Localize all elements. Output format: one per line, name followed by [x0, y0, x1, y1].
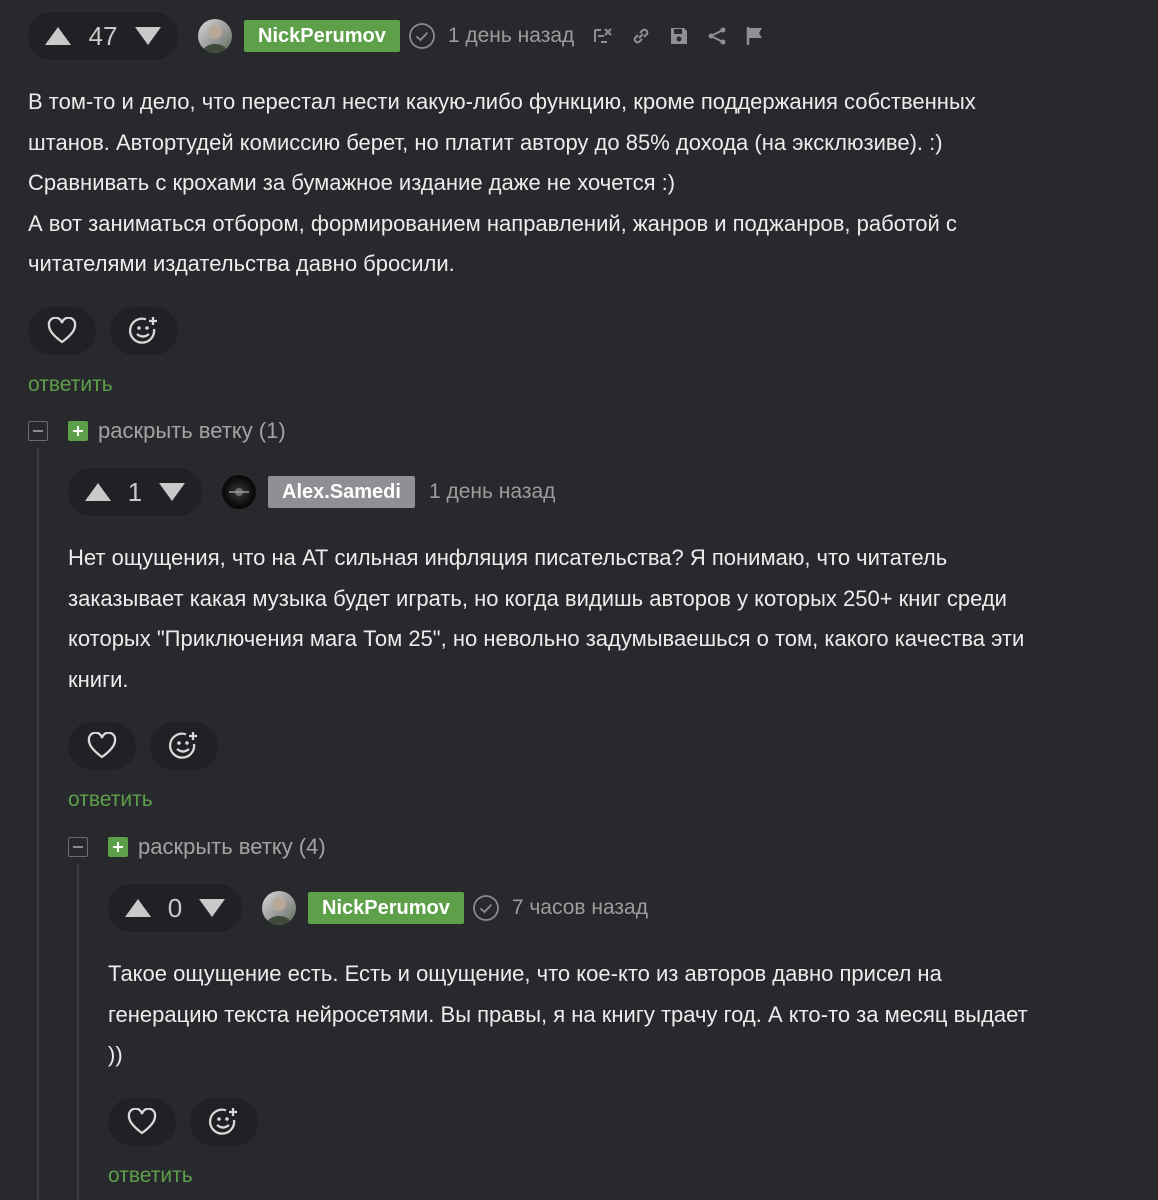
downvote-arrow-icon[interactable]	[198, 897, 226, 919]
comment-score: 47	[88, 20, 118, 51]
collapse-thread-button[interactable]	[68, 837, 88, 857]
heart-icon	[127, 1107, 157, 1134]
avatar-photo-icon	[202, 25, 228, 53]
verified-icon	[408, 23, 435, 49]
comment-line: читателями издательства давно бросили.	[28, 251, 455, 276]
avatar-photo-icon	[229, 488, 249, 496]
upvote-arrow-icon[interactable]	[44, 25, 72, 47]
like-button[interactable]	[28, 306, 96, 355]
comment-header: 47 NickPerumov 1 день назад	[28, 12, 1138, 60]
emoji-add-icon	[208, 1107, 237, 1135]
reply-link[interactable]: ответить	[28, 373, 113, 397]
comment-time: 1 день назад	[428, 480, 556, 503]
add-reaction-button[interactable]	[150, 722, 218, 770]
comment-header: 1 Alex.Samedi 1 день назад	[68, 468, 1138, 516]
downvote-arrow-icon[interactable]	[158, 481, 186, 503]
emoji-add-icon	[128, 316, 157, 344]
branch-toggle: раскрыть ветку (4)	[68, 834, 326, 860]
reactions	[68, 722, 1138, 770]
reactions	[108, 1097, 1138, 1146]
comment-line: Сравнивать с крохами за бумажное издание…	[28, 170, 676, 195]
avatar[interactable]	[222, 475, 256, 509]
comment: 47 NickPerumov 1 день назад В том-то и д…	[28, 12, 1138, 397]
reply-link[interactable]: ответить	[108, 1164, 193, 1188]
verified-icon	[472, 895, 499, 921]
comment-line: ))	[108, 1042, 123, 1067]
like-button[interactable]	[108, 1097, 176, 1146]
comment-header: 0 NickPerumov 7 часов назад	[108, 884, 1138, 932]
heart-icon	[87, 732, 117, 759]
vote-control: 47	[28, 12, 178, 60]
comment-line: Такое ощущение есть. Есть и ощущение, чт…	[108, 961, 942, 986]
upvote-arrow-icon[interactable]	[124, 897, 152, 919]
comment-time: 1 день назад	[447, 24, 575, 47]
comment-text: В том-то и дело, что перестал нести каку…	[28, 82, 1138, 285]
add-reaction-button[interactable]	[110, 306, 178, 355]
reactions	[28, 306, 1138, 355]
comment-text: Такое ощущение есть. Есть и ощущение, чт…	[108, 954, 1138, 1076]
comment: 0 NickPerumov 7 часов назад Такое ощущен…	[108, 884, 1138, 1188]
heart-icon	[47, 316, 77, 343]
branch-toggle: раскрыть ветку (1)	[28, 418, 286, 444]
vote-control: 0	[108, 884, 242, 932]
expand-thread-icon[interactable]	[68, 421, 88, 441]
username[interactable]: Alex.Samedi	[268, 476, 415, 508]
comment-line: В том-то и дело, что перестал нести каку…	[28, 89, 976, 114]
emoji-add-icon	[168, 732, 197, 759]
username[interactable]: NickPerumov	[308, 892, 464, 924]
comment-line: А вот заниматься отбором, формированием …	[28, 210, 957, 236]
expand-thread-icon[interactable]	[108, 837, 128, 857]
comment-score: 1	[127, 476, 143, 507]
collapse-thread-button[interactable]	[28, 421, 48, 441]
comment-line: книги.	[68, 666, 129, 692]
share-icon[interactable]	[706, 25, 728, 47]
comment-line: которых "Приключения мага Том 25", но не…	[68, 626, 1025, 651]
comment-line: генерацию текста нейросетями. Вы правы, …	[108, 1001, 1028, 1027]
thread-line	[77, 864, 79, 1200]
save-icon[interactable]	[668, 25, 690, 47]
avatar[interactable]	[262, 891, 296, 925]
comment: 1 Alex.Samedi 1 день назад Нет ощущения,…	[68, 468, 1138, 812]
avatar[interactable]	[198, 19, 232, 53]
vote-control: 1	[68, 468, 202, 516]
reply-link[interactable]: ответить	[68, 788, 153, 812]
username[interactable]: NickPerumov	[244, 20, 400, 52]
thread-line	[37, 448, 39, 1200]
comment-time: 7 часов назад	[511, 896, 648, 919]
comment-line: заказывает какая музыка будет играть, но…	[68, 585, 1007, 611]
comment-tree-icon[interactable]	[592, 25, 614, 47]
comment-line: штанов. Автортудей комиссию берет, но пл…	[28, 129, 943, 155]
like-button[interactable]	[68, 722, 136, 770]
report-flag-icon[interactable]	[744, 25, 766, 47]
expand-branch-label[interactable]: раскрыть ветку (1)	[98, 418, 286, 444]
comment-score: 0	[167, 892, 183, 923]
upvote-arrow-icon[interactable]	[84, 481, 112, 503]
comment-line: Нет ощущения, что на АТ сильная инфляция…	[68, 545, 948, 570]
add-reaction-button[interactable]	[190, 1097, 258, 1146]
link-icon[interactable]	[630, 25, 652, 47]
comment-text: Нет ощущения, что на АТ сильная инфляция…	[68, 538, 1138, 700]
expand-branch-label[interactable]: раскрыть ветку (4)	[138, 834, 326, 860]
avatar-photo-icon	[266, 897, 292, 925]
downvote-arrow-icon[interactable]	[134, 25, 162, 47]
